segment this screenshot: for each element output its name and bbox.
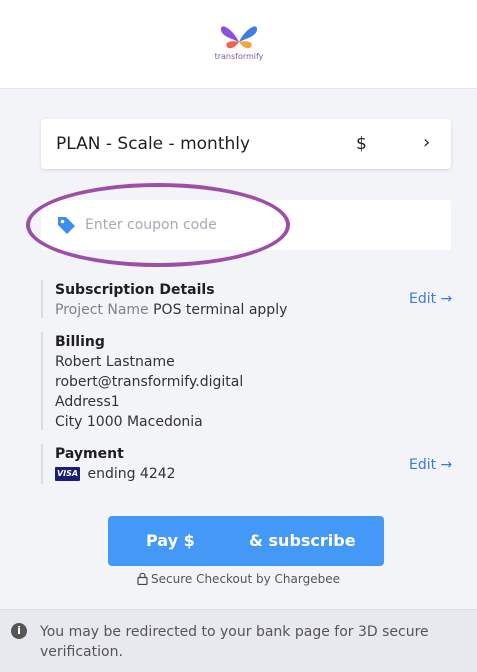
edit-subscription-link[interactable]: Edit → <box>409 291 452 307</box>
billing-name: Robert Lastname <box>55 354 175 370</box>
payment-section: Payment VISA ending 4242 <box>41 444 176 484</box>
project-name-row: Project Name POS terminal apply <box>55 300 287 320</box>
redirect-notice-text: You may be redirected to your bank page … <box>40 624 429 660</box>
pay-subscribe-button[interactable]: Pay $ & subscribe <box>108 516 384 566</box>
redirect-notice: i You may be redirected to your bank pag… <box>0 609 477 672</box>
visa-icon: VISA <box>55 467 80 481</box>
brand-name: transformify <box>214 52 264 61</box>
subscribe-label: & subscribe <box>249 531 356 550</box>
pay-label: Pay $ <box>146 531 195 550</box>
lock-icon <box>137 572 148 585</box>
secure-checkout: Secure Checkout by Chargebee <box>0 572 477 586</box>
project-name-value: POS terminal apply <box>153 302 288 318</box>
coupon-input[interactable] <box>85 212 425 238</box>
billing-email: robert@transformify.digital <box>55 374 244 390</box>
coupon-field[interactable] <box>41 200 451 250</box>
billing-title: Billing <box>55 334 105 350</box>
subscription-details-title: Subscription Details <box>55 282 215 298</box>
project-name-label: Project Name <box>55 302 149 318</box>
secure-text: Secure Checkout by Chargebee <box>151 572 340 586</box>
plan-name: PLAN - Scale - monthly <box>56 134 251 154</box>
tag-icon <box>58 217 75 234</box>
butterfly-icon <box>220 26 258 49</box>
card-ending: ending 4242 <box>87 466 176 482</box>
info-icon: i <box>11 623 27 639</box>
billing-city: City 1000 Macedonia <box>55 414 203 430</box>
chevron-right-icon: › <box>423 132 431 153</box>
header: transformify <box>0 0 477 89</box>
plan-price: $ <box>356 134 367 154</box>
edit-payment-link[interactable]: Edit → <box>409 457 452 473</box>
payment-title: Payment <box>55 446 124 462</box>
billing-section: Billing Robert Lastname robert@transform… <box>41 332 243 430</box>
plan-selector[interactable]: PLAN - Scale - monthly $ › <box>41 119 451 169</box>
subscription-details-section: Subscription Details Project Name POS te… <box>41 280 287 318</box>
billing-address: Address1 <box>55 394 120 410</box>
transformify-logo: transformify <box>214 20 264 66</box>
card-row: VISA ending 4242 <box>55 464 176 484</box>
